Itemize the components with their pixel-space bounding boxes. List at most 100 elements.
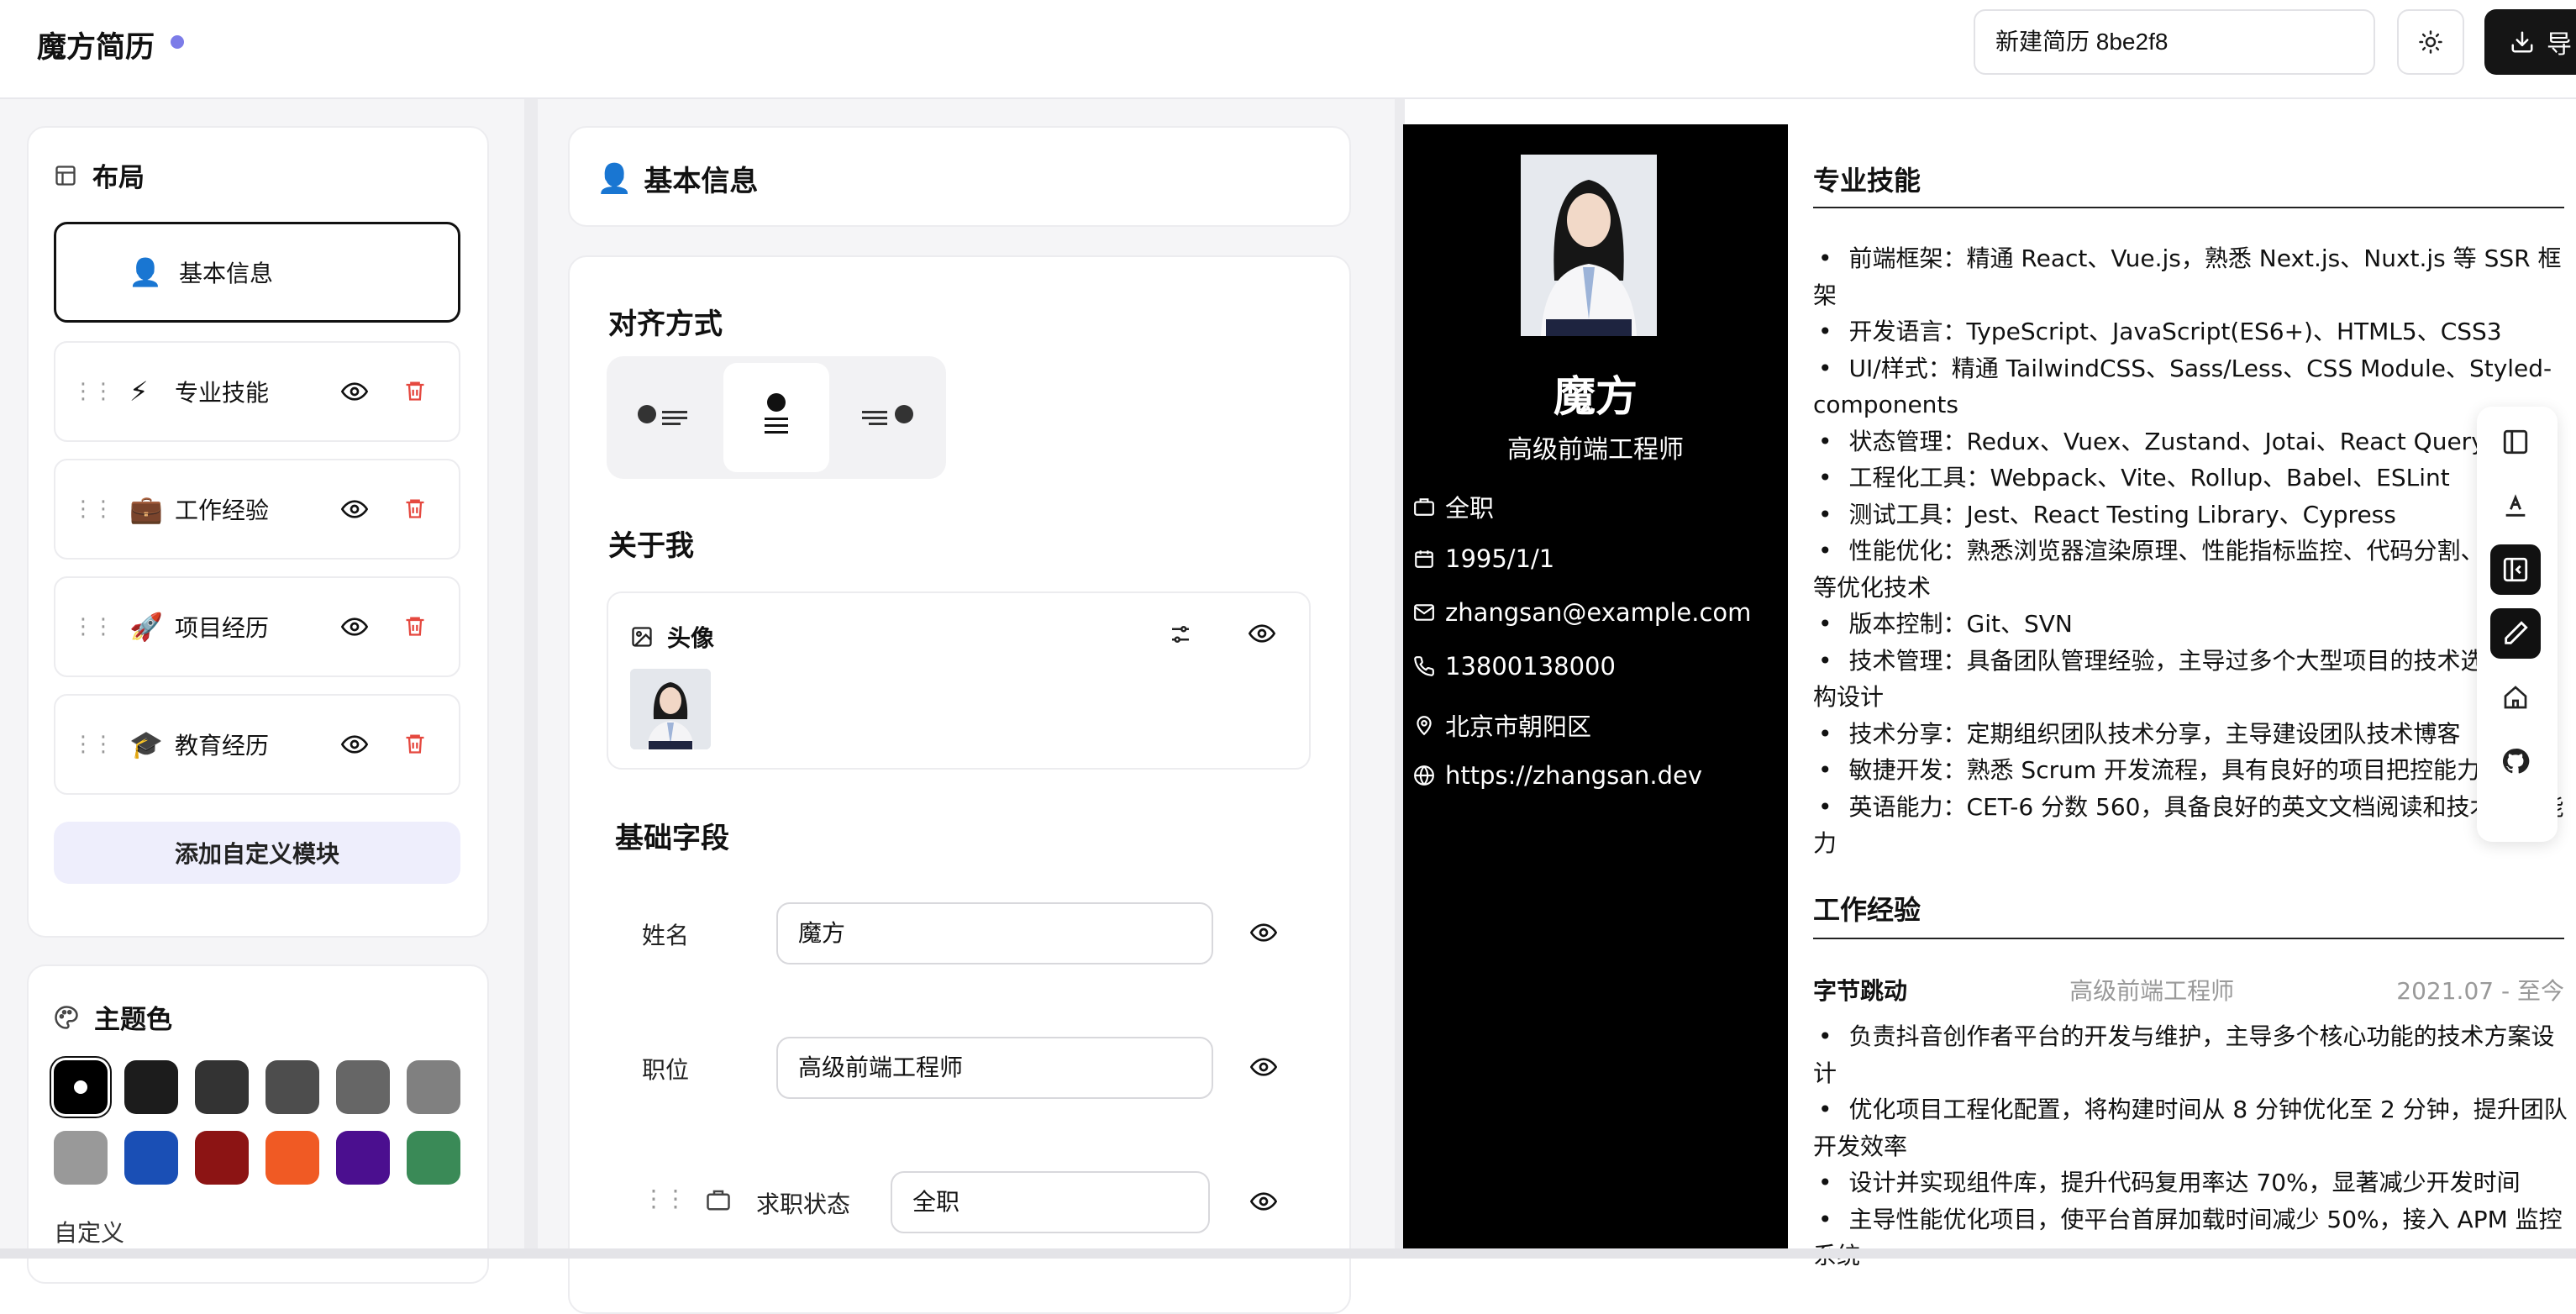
work-bullet: 设计并实现组件库，提升代码复用率达 70%，显著减少开发时间 bbox=[1813, 1164, 2569, 1201]
align-left-option[interactable] bbox=[613, 363, 719, 472]
color-swatch[interactable] bbox=[54, 1131, 108, 1185]
eye-icon[interactable] bbox=[341, 617, 368, 637]
status-dot bbox=[171, 35, 184, 49]
drag-handle-icon[interactable]: ⋮⋮ bbox=[72, 379, 114, 404]
skill-item: 测试工具：Jest、React Testing Library、Cypress bbox=[1813, 497, 2569, 533]
color-swatch[interactable] bbox=[265, 1131, 319, 1185]
trash-icon[interactable] bbox=[403, 731, 427, 756]
trash-icon[interactable] bbox=[403, 496, 427, 521]
theme-title-text: 主题色 bbox=[94, 1005, 172, 1035]
eye-icon[interactable] bbox=[1250, 922, 1277, 943]
work-divider bbox=[1813, 938, 2564, 939]
portrait-image bbox=[1521, 155, 1657, 336]
theme-toggle-button[interactable] bbox=[2397, 9, 2464, 75]
align-right-icon bbox=[862, 405, 913, 425]
graduation-cap-icon: 🎓 bbox=[129, 728, 163, 760]
skill-item: 敏捷开发：熟悉 Scrum 开发流程，具有良好的项目把控能力 bbox=[1813, 752, 2569, 789]
toggle-sidebar-button[interactable] bbox=[2490, 544, 2541, 595]
resume-title: 高级前端工程师 bbox=[1507, 435, 1684, 465]
settings-sliders-icon[interactable] bbox=[1168, 622, 1193, 647]
github-button[interactable] bbox=[2490, 736, 2541, 786]
image-icon bbox=[632, 627, 652, 647]
info-text: 1995/1/1 bbox=[1445, 544, 1555, 573]
layout-item-work[interactable]: ⋮⋮ 💼 工作经验 bbox=[54, 459, 460, 560]
skill-item: 性能优化：熟悉浏览器渲染原理、性能指标监控、代码分割、懒加载等优化技术 bbox=[1813, 533, 2569, 606]
trash-icon[interactable] bbox=[403, 378, 427, 403]
layout-item-label: 专业技能 bbox=[175, 379, 270, 407]
align-right-option[interactable] bbox=[833, 363, 939, 472]
typography-button[interactable] bbox=[2490, 481, 2541, 531]
layout-item-projects[interactable]: ⋮⋮ 🚀 项目经历 bbox=[54, 576, 460, 677]
info-website: https://zhangsan.dev bbox=[1413, 761, 1702, 790]
color-swatch[interactable] bbox=[195, 1060, 249, 1114]
work-heading: 工作经验 bbox=[1813, 894, 1921, 926]
position-input[interactable]: 高级前端工程师 bbox=[776, 1037, 1213, 1099]
work-bullet: 负责抖音创作者平台的开发与维护，主导多个核心功能的技术方案设计 bbox=[1813, 1018, 2569, 1091]
color-swatch[interactable] bbox=[336, 1060, 390, 1114]
color-swatch[interactable] bbox=[124, 1131, 178, 1185]
add-custom-module-button[interactable]: 添加自定义模块 bbox=[54, 822, 460, 884]
eye-icon[interactable] bbox=[341, 734, 368, 754]
color-swatch[interactable] bbox=[407, 1060, 460, 1114]
custom-color-label[interactable]: 自定义 bbox=[54, 1215, 124, 1248]
layout-item-education[interactable]: ⋮⋮ 🎓 教育经历 bbox=[54, 694, 460, 795]
sidebar-collapse-icon bbox=[2503, 557, 2528, 582]
eye-icon[interactable] bbox=[341, 499, 368, 519]
resume-name-input[interactable]: 新建简历 8be2f8 bbox=[1974, 9, 2375, 75]
color-swatch[interactable] bbox=[54, 1060, 108, 1114]
avatar-label: 头像 bbox=[667, 624, 715, 652]
about-title: 关于我 bbox=[608, 529, 694, 563]
palette-icon bbox=[55, 1005, 78, 1029]
export-button[interactable]: 导 bbox=[2484, 9, 2576, 75]
drag-handle-icon[interactable]: ⋮⋮ bbox=[72, 497, 114, 522]
eye-icon[interactable] bbox=[1250, 1057, 1277, 1077]
align-center-icon bbox=[765, 393, 788, 434]
skills-list: 前端框架：精通 React、Vue.js，熟悉 Next.js、Nuxt.js … bbox=[1813, 240, 2569, 862]
name-input[interactable]: 魔方 bbox=[776, 902, 1213, 964]
pencil-icon bbox=[2505, 621, 2528, 644]
typography-icon bbox=[2505, 494, 2526, 517]
layout-panel-button[interactable] bbox=[2490, 417, 2541, 467]
drag-handle-icon[interactable]: ⋮⋮ bbox=[72, 614, 114, 639]
align-left-icon bbox=[638, 405, 687, 425]
home-button[interactable] bbox=[2490, 672, 2541, 723]
skills-heading: 专业技能 bbox=[1813, 165, 1921, 197]
eye-icon[interactable] bbox=[1249, 623, 1275, 644]
info-text: 全职 bbox=[1445, 494, 1495, 523]
avatar-thumbnail[interactable] bbox=[630, 669, 711, 749]
position-label: 职位 bbox=[642, 1056, 690, 1084]
info-birthday: 1995/1/1 bbox=[1413, 544, 1554, 573]
job-status-input[interactable]: 全职 bbox=[891, 1171, 1210, 1233]
skill-item: 前端框架：精通 React、Vue.js，熟悉 Next.js、Nuxt.js … bbox=[1813, 240, 2569, 313]
eye-icon[interactable] bbox=[1250, 1191, 1277, 1212]
export-label: 导 bbox=[2547, 30, 2572, 60]
layout-item-basic-info[interactable]: 👤 基本信息 bbox=[54, 222, 460, 323]
drag-handle-icon[interactable]: ⋮⋮ bbox=[642, 1185, 687, 1212]
color-swatch[interactable] bbox=[336, 1131, 390, 1185]
color-swatch[interactable] bbox=[124, 1060, 178, 1114]
app-logo[interactable]: 魔方简历 bbox=[37, 24, 155, 66]
trash-icon[interactable] bbox=[403, 613, 427, 639]
color-swatch[interactable] bbox=[407, 1131, 460, 1185]
briefcase-icon bbox=[1414, 498, 1434, 516]
avatar-card bbox=[607, 591, 1311, 770]
color-swatch[interactable] bbox=[265, 1060, 319, 1114]
skill-item: UI/样式：精通 TailwindCSS、Sass/Less、CSS Modul… bbox=[1813, 350, 2569, 423]
horizontal-scrollbar[interactable] bbox=[0, 1248, 2576, 1259]
eye-icon[interactable] bbox=[341, 381, 368, 402]
sun-icon bbox=[2419, 30, 2442, 54]
layout-item-skills[interactable]: ⋮⋮ ⚡ 专业技能 bbox=[54, 341, 460, 442]
edit-button[interactable] bbox=[2490, 608, 2541, 659]
drag-handle-icon[interactable]: ⋮⋮ bbox=[72, 732, 114, 757]
resize-handle-left[interactable] bbox=[524, 99, 538, 1259]
skill-item: 技术分享：定期组织团队技术分享，主导建设团队技术博客 bbox=[1813, 716, 2569, 753]
rocket-icon: 🚀 bbox=[129, 611, 163, 643]
info-job-status: 全职 bbox=[1413, 489, 1494, 524]
layout-item-label: 基本信息 bbox=[179, 260, 274, 287]
section-header-title: 基本信息 bbox=[644, 165, 759, 198]
color-swatch[interactable] bbox=[195, 1131, 249, 1185]
align-center-option[interactable] bbox=[723, 363, 829, 472]
avatar-portrait-image bbox=[630, 669, 711, 749]
calendar-icon bbox=[1415, 550, 1433, 568]
briefcase-icon bbox=[707, 1190, 730, 1211]
